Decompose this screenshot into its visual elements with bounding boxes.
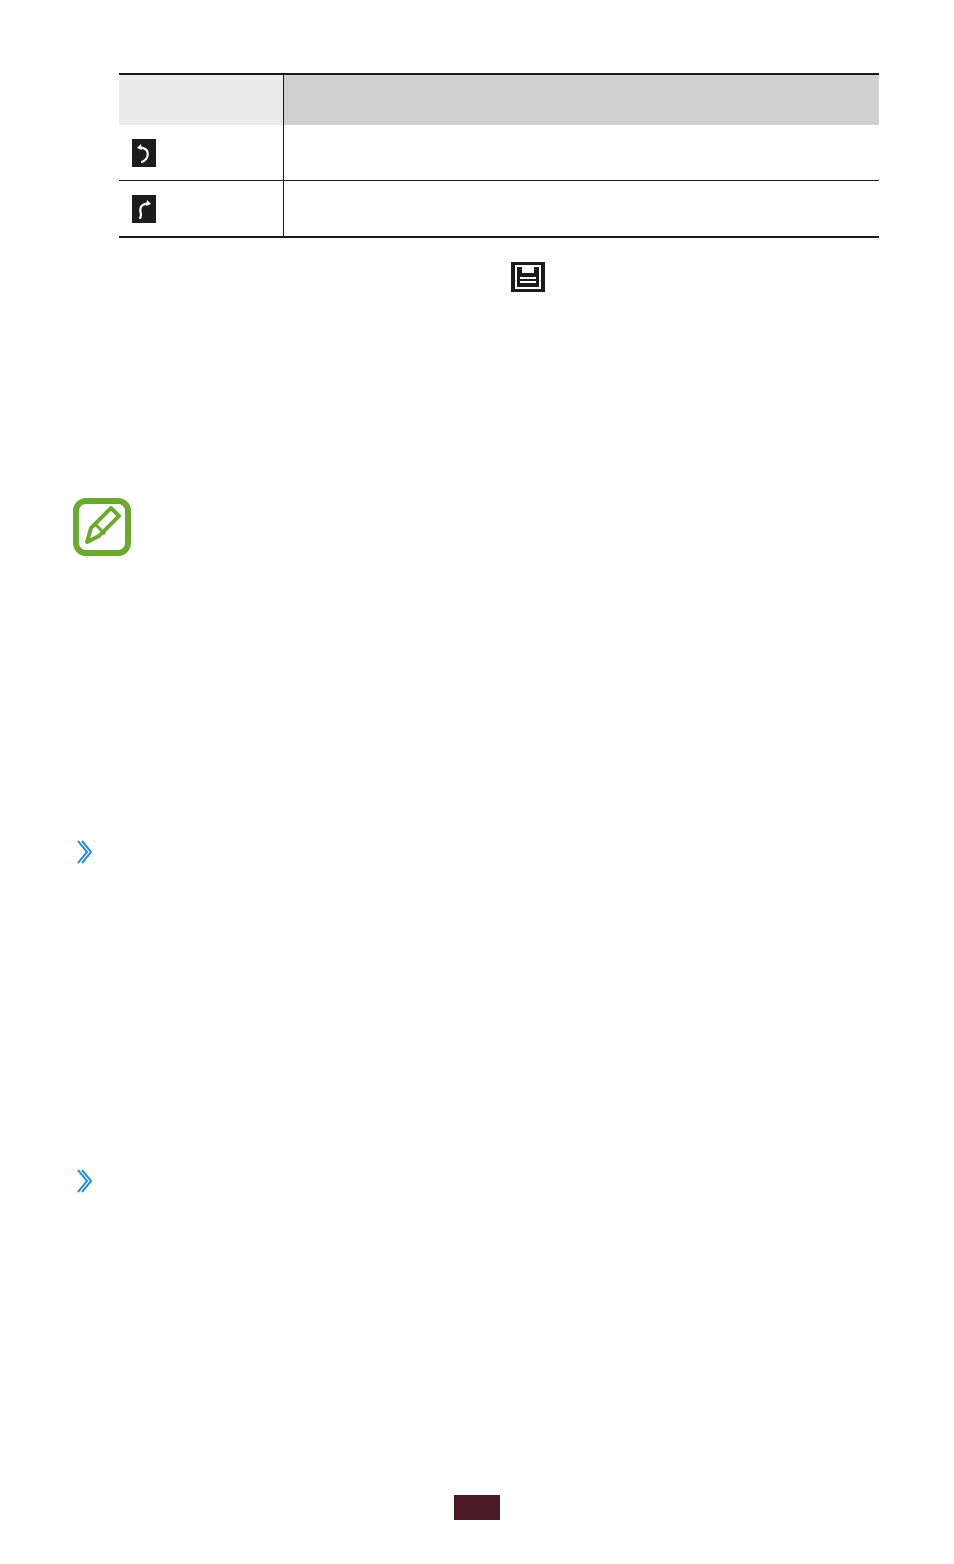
table-row: [119, 125, 879, 181]
icon-cell: [119, 181, 284, 238]
function-cell: [283, 180, 879, 237]
icon-cell: [119, 125, 284, 181]
chevron-right-icon: [77, 1169, 93, 1193]
icon-function-table: [119, 73, 879, 238]
table-header-row: [119, 74, 879, 125]
chevron-right-icon: [77, 840, 93, 864]
table-row: [119, 180, 879, 238]
redo-icon: [132, 194, 156, 223]
icon-column-header: [119, 74, 284, 125]
note-pencil-icon: [73, 498, 131, 556]
function-cell: [283, 125, 879, 181]
page-number-tab: [454, 1495, 500, 1520]
undo-icon: [132, 138, 156, 167]
save-icon: [511, 262, 545, 292]
function-column-header: [283, 74, 879, 125]
